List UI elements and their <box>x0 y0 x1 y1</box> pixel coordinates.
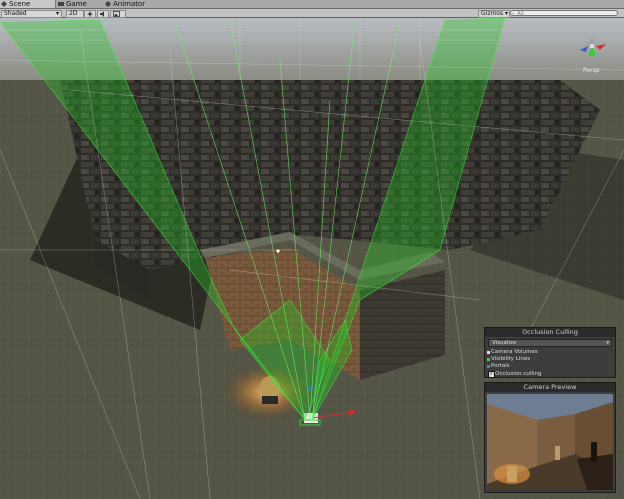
effects-dropdown[interactable] <box>110 10 126 18</box>
legend-item: Visibility Lines <box>485 356 615 363</box>
panel-title: Camera Preview <box>485 383 615 392</box>
occlusion-culling-panel: Occlusion Culling Visualize ▾ Camera Vol… <box>484 327 616 378</box>
audio-toggle-button[interactable] <box>97 10 109 18</box>
projection-label[interactable]: Persp <box>583 67 600 74</box>
2d-toggle-button[interactable]: 2D <box>66 10 84 18</box>
tab-label: Scene <box>9 0 31 8</box>
tab-label: Animator <box>113 0 146 8</box>
tab-scene[interactable]: Scene <box>0 0 56 8</box>
gizmos-label: Gizmos <box>481 10 504 17</box>
scene-toolbar: Shaded ▾ 2D Gizmos ▾ ⌕ All <box>0 9 624 18</box>
animator-icon <box>105 1 111 7</box>
scene-icon <box>1 1 7 7</box>
2d-toggle-label: 2D <box>69 10 78 17</box>
shading-mode-dropdown[interactable]: Shaded ▾ <box>1 10 62 18</box>
camera-preview-image <box>487 394 613 490</box>
legend-swatch <box>487 358 490 361</box>
legend-label: Camera Volumes <box>491 349 538 355</box>
tab-label: Game <box>66 0 87 8</box>
dropdown-arrow-icon: ▾ <box>504 10 508 17</box>
hierarchy-search-input[interactable]: ⌕ All <box>510 10 618 17</box>
tab-animator[interactable]: Animator <box>104 0 164 8</box>
dropdown-arrow-icon: ▾ <box>55 10 59 17</box>
shading-mode-label: Shaded <box>4 10 27 17</box>
legend-item: Portals <box>485 363 615 370</box>
panel-title: Occlusion Culling <box>485 328 615 337</box>
legend-swatch <box>487 351 490 354</box>
image-icon <box>113 11 120 17</box>
legend-swatch <box>487 365 490 368</box>
unity-scene-window: Scene Game Animator Shaded ▾ 2D Gizmos ▾ ⌕… <box>0 0 624 499</box>
legend-item: Camera Volumes <box>485 349 615 356</box>
search-placeholder: All <box>517 11 524 17</box>
occlusion-culling-checkbox[interactable]: ✓ Occlusion culling <box>485 370 615 378</box>
sun-icon <box>87 11 93 17</box>
game-icon <box>58 2 64 6</box>
legend-label: Portals <box>491 363 510 369</box>
speaker-icon <box>100 11 104 17</box>
visualize-dropdown-value: Visualize <box>492 340 517 346</box>
tab-game[interactable]: Game <box>57 0 103 8</box>
lighting-toggle-button[interactable] <box>84 10 96 18</box>
checkbox-label: Occlusion culling <box>495 371 542 377</box>
gizmos-dropdown[interactable]: Gizmos ▾ <box>478 10 510 18</box>
checkmark-icon: ✓ <box>488 371 495 378</box>
dropdown-arrow-icon: ▾ <box>606 340 609 346</box>
camera-preview-panel: Camera Preview <box>484 382 616 493</box>
legend-label: Visibility Lines <box>491 356 531 362</box>
visualize-dropdown[interactable]: Visualize ▾ <box>488 339 612 347</box>
search-icon: ⌕ <box>512 11 515 17</box>
tab-bar: Scene Game Animator <box>0 0 624 9</box>
